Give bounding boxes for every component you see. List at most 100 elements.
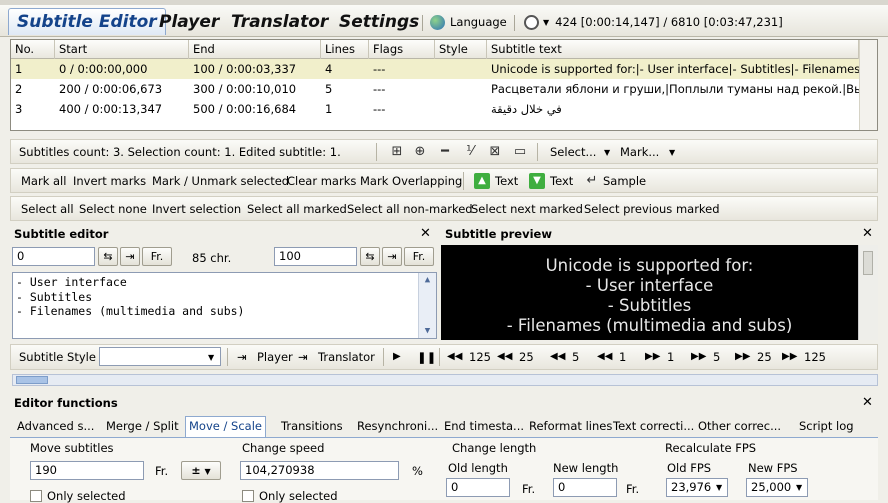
tab-text-correction[interactable]: Text correcti... xyxy=(610,417,697,437)
translator-button[interactable]: Translator xyxy=(318,350,375,364)
chevron-down-icon[interactable]: ▼ xyxy=(669,148,675,157)
play-icon[interactable]: ▶ xyxy=(393,351,401,362)
column-style[interactable]: Style xyxy=(435,40,487,59)
change-speed-input[interactable]: 104,270938 xyxy=(240,461,399,480)
invert-marks-button[interactable]: Invert marks xyxy=(73,174,146,188)
timeline-slider[interactable] xyxy=(12,374,878,386)
chevron-down-icon[interactable]: ▼ xyxy=(796,483,802,492)
checkbox[interactable] xyxy=(242,490,254,502)
mark-unmark-button[interactable]: Mark / Unmark selected xyxy=(152,174,289,188)
tab-other-corrections[interactable]: Other correc... xyxy=(695,417,784,437)
play-to-player-icon[interactable]: ⇥ xyxy=(237,350,247,364)
arrow-up-icon[interactable]: ▲ xyxy=(474,173,490,189)
grid-scrollbar[interactable] xyxy=(859,40,877,130)
close-icon[interactable]: ✕ xyxy=(420,226,431,241)
comment-icon[interactable]: ▭ xyxy=(512,144,528,160)
invert-selection-button[interactable]: Invert selection xyxy=(152,202,241,216)
select-menu[interactable]: Select... xyxy=(550,145,596,159)
tab-subtitle-editor[interactable]: Subtitle Editor xyxy=(8,8,166,35)
end-time-input[interactable]: 100 xyxy=(274,247,357,266)
tab-script-log[interactable]: Script log xyxy=(796,417,857,437)
rewind-1-button[interactable]: 1 xyxy=(619,350,626,364)
column-start[interactable]: Start xyxy=(55,40,189,59)
chevron-down-icon[interactable]: ▼ xyxy=(208,353,214,362)
rewind-5-button[interactable]: 5 xyxy=(572,350,579,364)
clear-marks-button[interactable]: Clear marks xyxy=(287,174,356,188)
mark-all-button[interactable]: Mark all xyxy=(21,174,66,188)
tab-resynchronize[interactable]: Resynchroni... xyxy=(354,417,441,437)
player-button[interactable]: Player xyxy=(257,350,293,364)
new-length-input[interactable]: 0 xyxy=(553,478,617,497)
set-end-icon[interactable]: ⇆ xyxy=(360,247,380,266)
forward-125-button[interactable]: 125 xyxy=(804,350,826,364)
forward-5-button[interactable]: 5 xyxy=(713,350,720,364)
tab-transitions[interactable]: Transitions xyxy=(278,417,346,437)
speed-only-selected[interactable]: Only selected xyxy=(242,489,338,503)
close-icon[interactable]: ✕ xyxy=(862,395,873,410)
text-down-button[interactable]: Text xyxy=(550,174,573,188)
select-all-non-marked-button[interactable]: Select all non-marked xyxy=(347,202,473,216)
move-only-selected[interactable]: Only selected xyxy=(30,489,126,503)
old-length-input[interactable]: 0 xyxy=(446,478,510,497)
start-frame-button[interactable]: Fr. xyxy=(142,247,172,266)
tab-merge-split[interactable]: Merge / Split xyxy=(103,417,182,437)
tab-translator[interactable]: Translator xyxy=(223,8,336,35)
chevron-down-icon[interactable]: ▼ xyxy=(604,148,610,157)
tab-reformat-lines[interactable]: Reformat lines xyxy=(526,417,615,437)
column-no[interactable]: No. xyxy=(11,40,55,59)
play-from-start-icon[interactable]: ⇥ xyxy=(120,247,140,266)
sample-button[interactable]: Sample xyxy=(603,174,646,188)
subtitle-style-select[interactable] xyxy=(99,347,221,366)
tab-move-scale[interactable]: Move / Scale xyxy=(185,416,266,437)
forward-25-button[interactable]: 25 xyxy=(757,350,772,364)
editor-scrollbar[interactable]: ▲ ▼ xyxy=(418,273,436,338)
move-subtitles-input[interactable]: 190 xyxy=(30,461,144,480)
timeline-thumb[interactable] xyxy=(16,376,48,384)
tab-player[interactable]: Player xyxy=(151,8,227,35)
insert-after-icon[interactable]: ⊕ xyxy=(412,144,428,160)
column-end[interactable]: End xyxy=(189,40,321,59)
rewind-125-button[interactable]: 125 xyxy=(469,350,491,364)
chevron-down-icon[interactable]: ▼ xyxy=(543,18,549,27)
mark-menu[interactable]: Mark... xyxy=(620,145,659,159)
select-next-marked-button[interactable]: Select next marked xyxy=(471,202,583,216)
set-start-icon[interactable]: ⇆ xyxy=(98,247,118,266)
rewind-25-button[interactable]: 25 xyxy=(519,350,534,364)
split-icon[interactable]: ⅟ xyxy=(462,144,478,160)
chevron-down-icon[interactable]: ▼ xyxy=(716,483,722,492)
text-up-button[interactable]: Text xyxy=(495,174,518,188)
move-direction-button[interactable]: ± ▼ xyxy=(181,461,221,480)
merge-icon[interactable]: ⊠ xyxy=(487,144,503,160)
tab-settings[interactable]: Settings xyxy=(331,8,427,35)
end-frame-button[interactable]: Fr. xyxy=(404,247,434,266)
mark-overlapping-button[interactable]: Mark Overlapping xyxy=(360,174,462,188)
tab-end-timestamps[interactable]: End timesta... xyxy=(441,417,527,437)
column-subtitle-text[interactable]: Subtitle text xyxy=(487,40,859,59)
column-flags[interactable]: Flags xyxy=(369,40,435,59)
play-to-translator-icon[interactable]: ⇥ xyxy=(298,350,308,364)
table-row[interactable]: 1 0 / 0:00:00,000 100 / 0:00:03,337 4 --… xyxy=(11,59,877,79)
arrow-down-icon[interactable]: ▼ xyxy=(529,173,545,189)
column-lines[interactable]: Lines xyxy=(321,40,369,59)
select-previous-marked-button[interactable]: Select previous marked xyxy=(584,202,720,216)
delete-icon[interactable]: ━ xyxy=(437,144,453,160)
insert-before-icon[interactable]: ⊞ xyxy=(389,144,405,160)
checkbox[interactable] xyxy=(30,490,42,502)
table-row[interactable]: 2 200 / 0:00:06,673 300 / 0:00:10,010 5 … xyxy=(11,79,877,99)
preview-scrollbar[interactable] xyxy=(858,245,878,340)
pause-icon[interactable]: ❚❚ xyxy=(417,350,436,364)
return-arrow-icon[interactable]: ↵ xyxy=(584,173,600,189)
subtitle-text-editor[interactable]: - User interface - Subtitles - Filenames… xyxy=(12,272,437,339)
close-icon[interactable]: ✕ xyxy=(862,226,873,241)
table-row[interactable]: 3 400 / 0:00:13,347 500 / 0:00:16,684 1 … xyxy=(11,99,877,119)
clock-icon[interactable] xyxy=(524,14,539,30)
language-button[interactable]: Language xyxy=(430,13,507,31)
subtitle-grid[interactable]: No. Start End Lines Flags Style Subtitle… xyxy=(10,39,878,131)
select-none-button[interactable]: Select none xyxy=(79,202,147,216)
select-all-button[interactable]: Select all xyxy=(21,202,74,216)
play-to-end-icon[interactable]: ⇥ xyxy=(382,247,402,266)
tab-advanced[interactable]: Advanced s... xyxy=(14,417,97,437)
select-all-marked-button[interactable]: Select all marked xyxy=(247,202,347,216)
start-time-input[interactable]: 0 xyxy=(12,247,95,266)
forward-1-button[interactable]: 1 xyxy=(667,350,674,364)
